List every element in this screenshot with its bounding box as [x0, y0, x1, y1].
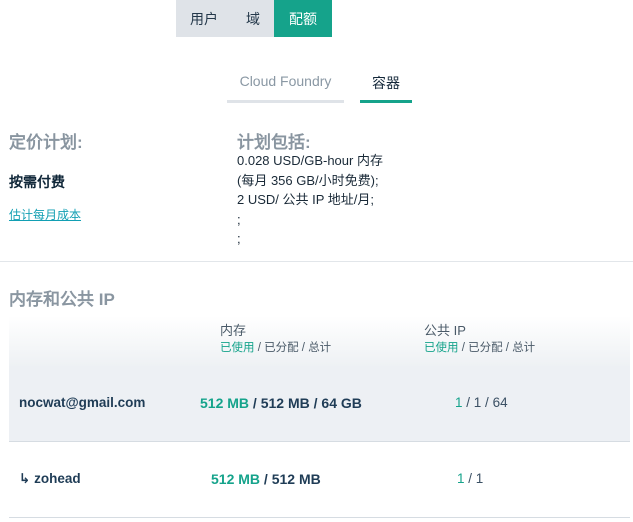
ip-total: 64: [492, 395, 508, 410]
table-row: ↳ zohead 512 MB / 512 MB 1 / 1: [9, 442, 630, 518]
memory-column-title: 内存: [220, 323, 247, 338]
value-separator: /: [481, 395, 493, 410]
tab-users[interactable]: 用户: [176, 0, 232, 37]
legend-separator: /: [298, 342, 309, 354]
child-arrow-icon: ↳: [19, 471, 31, 486]
legend-used: 已使用: [424, 342, 459, 354]
org-name: nocwat@gmail.com: [19, 395, 146, 410]
legend-separator: /: [502, 342, 513, 354]
legend-allocated: 已分配: [264, 342, 299, 354]
space-name-cell: ↳ zohead: [19, 471, 81, 487]
value-separator: /: [249, 395, 261, 411]
plan-include-line: 2 USD/ 公共 IP 地址/月;: [237, 192, 375, 207]
value-separator: /: [260, 471, 272, 487]
legend-allocated: 已分配: [468, 342, 503, 354]
plan-include-line: 0.028 USD/GB-hour 内存: [237, 153, 383, 168]
pricing-plan-heading: 定价计划:: [9, 133, 83, 152]
memory-usage: 512 MB / 512 MB / 64 GB: [200, 395, 362, 411]
legend-total: 总计: [308, 342, 332, 354]
tab-containers[interactable]: 容器: [360, 73, 412, 103]
public-ip-usage: 1 / 1: [457, 471, 483, 486]
ip-allocated: 1: [475, 471, 484, 486]
memory-total: 64 GB: [321, 395, 362, 411]
tab-cloud-foundry[interactable]: Cloud Foundry: [227, 73, 344, 103]
ip-used: 1: [455, 395, 463, 410]
plan-include-line: ;: [237, 231, 241, 246]
public-ip-column-legend: 已使用 / 已分配 / 总计: [424, 339, 535, 355]
legend-used: 已使用: [220, 342, 255, 354]
ip-used: 1: [457, 471, 465, 486]
legend-separator: /: [254, 342, 265, 354]
tab-domains[interactable]: 域: [232, 0, 274, 37]
plan-includes-list: 0.028 USD/GB-hour 内存 (每月 356 GB/小时免费); 2…: [237, 151, 383, 249]
estimate-cost-link[interactable]: 估计每月成本: [9, 206, 81, 223]
table-row: nocwat@gmail.com 512 MB / 512 MB / 64 GB…: [9, 366, 630, 442]
memory-column-legend: 已使用 / 已分配 / 总计: [220, 339, 331, 355]
plan-includes-heading: 计划包括:: [237, 133, 311, 152]
pricing-plan-name: 按需付费: [9, 174, 65, 190]
plan-include-line: ;: [237, 211, 241, 227]
value-separator: /: [462, 395, 474, 410]
public-ip-column-title: 公共 IP: [424, 323, 466, 338]
section-divider: [0, 261, 633, 262]
public-ip-usage: 1 / 1 / 64: [455, 395, 508, 410]
quota-tabs: 用户 域 配额: [176, 0, 332, 37]
plan-include-line: (每月 356 GB/小时免费);: [237, 172, 379, 188]
usage-table-header: 内存 已使用 / 已分配 / 总计 公共 IP 已使用 / 已分配 / 总计: [9, 316, 630, 367]
value-separator: /: [464, 471, 476, 486]
space-name: zohead: [34, 471, 81, 486]
memory-used: 512 MB: [200, 395, 250, 411]
value-separator: /: [309, 395, 322, 411]
memory-allocated: 512 MB: [271, 471, 321, 487]
tab-quota[interactable]: 配额: [274, 0, 332, 37]
usage-section-title: 内存和公共 IP: [9, 290, 115, 309]
memory-allocated: 512 MB: [260, 395, 310, 411]
memory-used: 512 MB: [211, 471, 261, 487]
legend-total: 总计: [512, 342, 536, 354]
legend-separator: /: [458, 342, 469, 354]
memory-usage: 512 MB / 512 MB: [211, 471, 321, 487]
